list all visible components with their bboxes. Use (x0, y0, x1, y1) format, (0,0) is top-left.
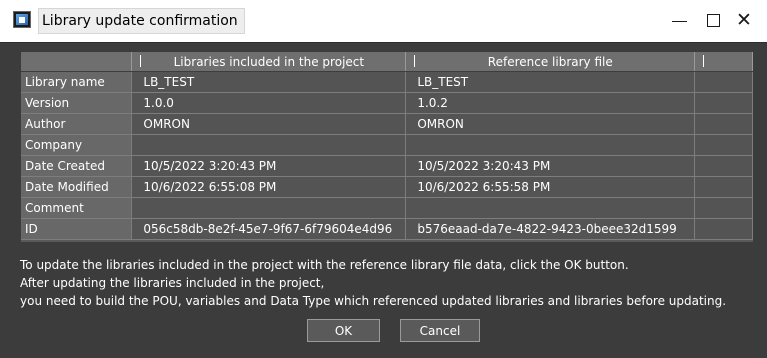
project-value: 10/6/2022 6:55:08 PM (131, 176, 407, 198)
extra-cell (694, 134, 753, 156)
window-title: Library update confirmation (38, 8, 245, 34)
project-value (131, 134, 407, 156)
project-value (131, 197, 407, 219)
table-row[interactable]: Date Modified 10/6/2022 6:55:08 PM 10/6/… (21, 176, 753, 198)
reference-value: 10/6/2022 6:55:58 PM (405, 176, 696, 198)
table-row[interactable]: Author OMRON OMRON (21, 113, 753, 135)
column-header-extra[interactable] (694, 52, 753, 72)
table-header-row: Libraries included in the project Refere… (21, 52, 753, 72)
table-row[interactable]: Comment (21, 197, 753, 219)
project-value: 056c58db-8e2f-45e7-9f67-6f79604e4d96 (131, 218, 407, 240)
table-row[interactable]: ID 056c58db-8e2f-45e7-9f67-6f79604e4d96 … (21, 218, 753, 240)
app-icon (13, 11, 31, 28)
table-row[interactable]: Version 1.0.0 1.0.2 (21, 92, 753, 114)
extra-cell (694, 113, 753, 135)
maximize-icon (706, 14, 720, 27)
column-separator (140, 55, 142, 67)
message-line-2: After updating the libraries included in… (20, 276, 325, 290)
reference-value (405, 134, 696, 156)
column-header-attribute[interactable] (21, 52, 133, 72)
table-row[interactable]: Company (21, 134, 753, 156)
extra-cell (694, 155, 753, 177)
project-value: 10/5/2022 3:20:43 PM (131, 155, 407, 177)
extra-cell (694, 218, 753, 240)
ok-button[interactable]: OK (307, 319, 380, 342)
close-icon: ✕ (736, 9, 752, 31)
reference-value: 10/5/2022 3:20:43 PM (405, 155, 696, 177)
project-value: OMRON (131, 113, 407, 135)
project-value: 1.0.0 (131, 92, 407, 114)
message-line-1: To update the libraries included in the … (20, 258, 629, 272)
column-separator (703, 55, 705, 67)
reference-value: b576eaad-da7e-4822-9423-0beee32d1599 (405, 218, 696, 240)
instruction-message: To update the libraries included in the … (20, 256, 765, 310)
close-button[interactable]: ✕ (721, 0, 767, 41)
row-label: Comment (21, 197, 133, 219)
cancel-button[interactable]: Cancel (400, 319, 480, 342)
extra-cell (694, 71, 753, 93)
library-update-dialog: Library update confirmation ✕ Libraries … (0, 0, 767, 358)
column-header-project[interactable]: Libraries included in the project (131, 52, 407, 72)
table-row[interactable]: Library name LB_TEST LB_TEST (21, 71, 753, 93)
row-label: Date Modified (21, 176, 133, 198)
message-line-3: you need to build the POU, variables and… (20, 294, 727, 308)
row-label: Version (21, 92, 133, 114)
reference-value: 1.0.2 (405, 92, 696, 114)
row-label: ID (21, 218, 133, 240)
extra-cell (694, 92, 753, 114)
reference-value: OMRON (405, 113, 696, 135)
library-comparison-table[interactable]: Libraries included in the project Refere… (21, 52, 753, 242)
title-bar[interactable]: Library update confirmation ✕ (0, 0, 767, 43)
row-label: Date Created (21, 155, 133, 177)
row-label: Library name (21, 71, 133, 93)
comparison-grid: Libraries included in the project Refere… (21, 52, 753, 240)
reference-value: LB_TEST (405, 71, 696, 93)
column-header-reference[interactable]: Reference library file (405, 52, 696, 72)
reference-value (405, 197, 696, 219)
extra-cell (694, 176, 753, 198)
column-separator (414, 55, 416, 67)
row-label: Company (21, 134, 133, 156)
extra-cell (694, 197, 753, 219)
row-label: Author (21, 113, 133, 135)
project-value: LB_TEST (131, 71, 407, 93)
minimize-icon (671, 21, 687, 22)
table-row[interactable]: Date Created 10/5/2022 3:20:43 PM 10/5/2… (21, 155, 753, 177)
